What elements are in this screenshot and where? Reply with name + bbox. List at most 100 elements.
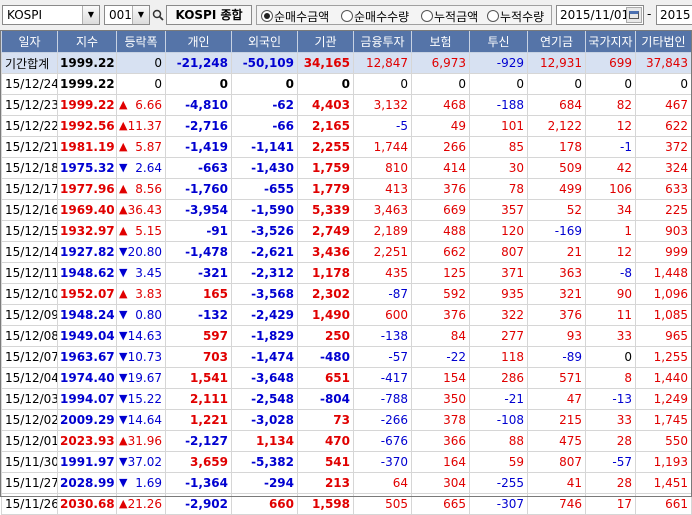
end-date-input[interactable]: 2015: [656, 5, 692, 25]
row-etc: 1,193: [635, 451, 692, 473]
row-pension: 509: [527, 157, 586, 179]
column-header[interactable]: 지수: [57, 30, 117, 53]
row-inst: 470: [297, 430, 354, 452]
column-header[interactable]: 등락폭: [116, 30, 166, 53]
row-indiv: 703: [165, 346, 232, 368]
column-header[interactable]: 국가지자: [585, 30, 636, 53]
table-row[interactable]: 15/12/08 1949.04 ▼ 14.63 597 -1,829 250 -138 84 2…: [1, 325, 692, 347]
column-header[interactable]: 외국인: [231, 30, 298, 53]
column-header[interactable]: 기관: [297, 30, 354, 53]
row-etc: 1,255: [635, 346, 692, 368]
row-inst: 213: [297, 472, 354, 494]
table-row[interactable]: 15/12/15 1932.97 ▲ 5.15 -91 -3,526 2,749 2,189 4…: [1, 220, 692, 242]
row-index: 1981.19: [57, 136, 117, 158]
change-value: 3.45: [135, 266, 162, 280]
row-date: 15/12/17: [1, 178, 58, 200]
row-inst: -480: [297, 346, 354, 368]
row-foreign: -1,474: [231, 346, 298, 368]
row-pension: 363: [527, 262, 586, 284]
row-indiv: 0: [165, 73, 232, 95]
radio-net-buy-amount[interactable]: 순매수금액: [261, 8, 329, 25]
market-select[interactable]: KOSPI ▼: [2, 5, 100, 25]
row-fin: 600: [353, 304, 412, 326]
radio-net-buy-quantity[interactable]: 순매수수량: [341, 8, 409, 25]
row-index: 1999.22: [57, 73, 117, 95]
row-index: 1927.82: [57, 241, 117, 263]
row-date: 15/12/08: [1, 325, 58, 347]
row-inst: 0: [297, 73, 354, 95]
table-row[interactable]: 15/12/04 1974.40 ▼ 19.67 1,541 -3,648 651 -417 1…: [1, 367, 692, 389]
table-row[interactable]: 15/12/21 1981.19 ▲ 5.87 -1,419 -1,141 2,255 1,7…: [1, 136, 692, 158]
row-fin: -676: [353, 430, 412, 452]
row-pension: 571: [527, 367, 586, 389]
row-inst: 250: [297, 325, 354, 347]
column-header[interactable]: 투신: [469, 30, 528, 53]
row-fin: -266: [353, 409, 412, 431]
row-change: ▼ 19.67: [116, 367, 166, 389]
table-row[interactable]: 15/12/14 1927.82 ▼ 20.80 -1,478 -2,621 3,436 2,…: [1, 241, 692, 263]
row-etc: 0: [635, 73, 692, 95]
table-row[interactable]: 15/12/17 1977.96 ▲ 8.56 -1,760 -655 1,779 413 37…: [1, 178, 692, 200]
row-etc: 324: [635, 157, 692, 179]
table-row[interactable]: 15/12/24 1999.22 0 0 0 0 0 0 0 0 0 0: [1, 73, 692, 95]
column-header[interactable]: 일자: [1, 30, 58, 53]
radio-cumulative-quantity[interactable]: 누적수량: [487, 8, 544, 25]
table-row[interactable]: 15/11/30 1991.97 ▼ 37.02 3,659 -5,382 541 -370 1…: [1, 451, 692, 473]
triangle-up-icon: ▲: [119, 182, 128, 195]
table-row[interactable]: 15/12/16 1969.40 ▲ 36.43 -3,954 -1,590 5,339 3,…: [1, 199, 692, 221]
row-trust: 88: [469, 430, 528, 452]
row-date: 15/12/02: [1, 409, 58, 431]
triangle-up-icon: ▲: [119, 98, 128, 111]
change-value: 0.80: [135, 308, 162, 322]
summary-row[interactable]: 기간합계 1999.22 0 -21,248 -50,109 34,165 12,847 6,…: [1, 52, 692, 74]
row-indiv: -91: [165, 220, 232, 242]
row-ins: 164: [411, 451, 470, 473]
row-foreign: -2,621: [231, 241, 298, 263]
row-inst: 73: [297, 409, 354, 431]
chevron-down-icon[interactable]: ▼: [82, 6, 99, 24]
column-header[interactable]: 보험: [411, 30, 470, 53]
column-header[interactable]: 금융투자: [353, 30, 412, 53]
column-header[interactable]: 기타법인: [635, 30, 692, 53]
table-row[interactable]: 15/12/09 1948.24 ▼ 0.80 -132 -2,429 1,490 600 37…: [1, 304, 692, 326]
table-row[interactable]: 15/12/10 1952.07 ▲ 3.83 165 -3,568 2,302 -87 592…: [1, 283, 692, 305]
row-change: ▼ 3.45: [116, 262, 166, 284]
row-change: ▲ 6.66: [116, 94, 166, 116]
chevron-down-icon[interactable]: ▼: [132, 6, 149, 24]
row-index: 1948.62: [57, 262, 117, 284]
column-header[interactable]: 연기금: [527, 30, 586, 53]
radio-label: 순매수금액: [274, 10, 330, 24]
table-row[interactable]: 15/12/22 1992.56 ▲ 11.37 -2,716 -66 2,165 -5 49 1…: [1, 115, 692, 137]
row-foreign: -1,590: [231, 199, 298, 221]
row-inst: 1,178: [297, 262, 354, 284]
table-row[interactable]: 15/12/18 1975.32 ▼ 2.64 -663 -1,430 1,759 810 41…: [1, 157, 692, 179]
row-gov: 82: [585, 94, 636, 116]
row-fin: -417: [353, 367, 412, 389]
column-header[interactable]: 개인: [165, 30, 232, 53]
row-fin: -788: [353, 388, 412, 410]
row-change: ▲ 11.37: [116, 115, 166, 137]
calendar-icon[interactable]: [626, 7, 642, 23]
table-row[interactable]: 15/12/03 1994.07 ▼ 15.22 2,111 -2,548 -804 -788…: [1, 388, 692, 410]
row-inst: 541: [297, 451, 354, 473]
code-select[interactable]: 001 ▼: [104, 5, 150, 25]
start-date-input[interactable]: 2015/11/01: [556, 5, 644, 25]
row-change: ▼ 2.64: [116, 157, 166, 179]
search-icon[interactable]: [152, 9, 164, 21]
table-row[interactable]: 15/12/01 2023.93 ▲ 31.96 -2,127 1,134 470 -676 3…: [1, 430, 692, 452]
table-row[interactable]: 15/12/02 2009.29 ▼ 14.64 1,221 -3,028 73 -266 37…: [1, 409, 692, 431]
row-ins: 488: [411, 220, 470, 242]
row-gov: 1: [585, 220, 636, 242]
row-etc: 622: [635, 115, 692, 137]
table-row[interactable]: 15/11/27 2028.99 ▼ 1.69 -1,364 -294 213 64 304 -2…: [1, 472, 692, 494]
radio-cumulative-amount[interactable]: 누적금액: [421, 8, 478, 25]
row-ins: 669: [411, 199, 470, 221]
triangle-down-icon: ▼: [119, 266, 128, 279]
table-row[interactable]: 15/12/23 1999.22 ▲ 6.66 -4,810 -62 4,403 3,132 4…: [1, 94, 692, 116]
row-etc: 1,448: [635, 262, 692, 284]
table-row[interactable]: 15/12/07 1963.67 ▼ 10.73 703 -1,474 -480 -57 -22…: [1, 346, 692, 368]
row-pension: 47: [527, 388, 586, 410]
row-ins: 0: [411, 73, 470, 95]
table-row[interactable]: 15/12/11 1948.62 ▼ 3.45 -321 -2,312 1,178 435 12…: [1, 262, 692, 284]
triangle-down-icon: ▼: [119, 308, 128, 321]
